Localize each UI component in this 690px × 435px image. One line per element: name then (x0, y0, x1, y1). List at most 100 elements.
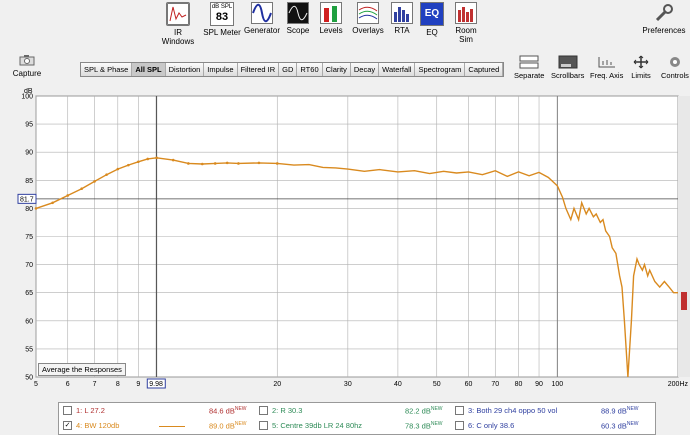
legend-value: 82.2 dBNEW (405, 406, 443, 416)
data-point (146, 157, 150, 161)
data-point (225, 161, 229, 165)
rta-icon (391, 2, 413, 24)
data-point (116, 167, 120, 171)
data-point (237, 162, 240, 165)
average-responses-button[interactable]: Average the Responses (38, 363, 126, 376)
data-point (93, 180, 96, 183)
room-sim-label: Room Sim (455, 26, 477, 44)
ir-windows-button[interactable]: IR Windows (158, 2, 198, 46)
data-point (34, 207, 38, 210)
scrollbars-button[interactable]: Scrollbars (551, 55, 584, 80)
tab-rt60[interactable]: RT60 (297, 63, 323, 76)
data-point (200, 162, 204, 166)
x-tick-label: 80 (515, 381, 523, 388)
data-point (213, 162, 217, 165)
legend-value: 88.9 dBNEW (601, 406, 639, 416)
legend-item-6[interactable]: 6: C only 38.6 (455, 420, 515, 431)
x-tick-label: 5 (34, 381, 38, 388)
spl-graph[interactable]: 50 55 60 65 70 75 80 85 90 95 100 5 6 7 8 9 20 30 40 50 60 7… (0, 88, 690, 396)
gear-icon (669, 57, 680, 67)
legend-checkbox[interactable] (63, 405, 72, 415)
tab-all-spl[interactable]: All SPL (132, 63, 166, 76)
generator-button[interactable]: Generator (242, 2, 282, 35)
levels-icon (320, 2, 342, 24)
room-sim-button[interactable]: Room Sim (448, 2, 484, 44)
spl-meter-value: 83 (215, 11, 229, 23)
cursor-y-readout: 81.7 (17, 193, 37, 204)
tab-decay[interactable]: Decay (350, 63, 380, 76)
legend-item-4[interactable]: ✓ 4: BW 120db (63, 420, 119, 431)
scope-button[interactable]: Scope (282, 2, 314, 35)
data-point (66, 194, 70, 197)
scope-label: Scope (286, 26, 310, 35)
legend-item-1[interactable]: 1: L 27.2 (63, 405, 105, 416)
overlays-label: Overlays (352, 26, 384, 35)
data-point (275, 162, 279, 165)
y-tick-label: 90 (25, 150, 33, 157)
legend-value: 60.3 dBNEW (601, 421, 639, 431)
y-tick-label: 65 (25, 290, 33, 297)
preferences-button[interactable]: Preferences (640, 2, 688, 35)
overlays-icon (357, 2, 379, 24)
limits-label: Limits (631, 71, 651, 80)
legend-value: 78.3 dBNEW (405, 421, 443, 431)
legend-item-2[interactable]: 2: R 30.3 (259, 405, 303, 416)
legend-value: 89.0 dBNEW (209, 421, 247, 431)
scrollbars-label: Scrollbars (551, 71, 585, 80)
tab-captured[interactable]: Captured (465, 63, 504, 76)
tab-gd[interactable]: GD (279, 63, 298, 76)
legend-name: 2: R 30.3 (272, 406, 303, 415)
data-point (187, 162, 190, 165)
legend-checkbox[interactable] (455, 420, 464, 430)
tab-spectrogram[interactable]: Spectrogram (415, 63, 466, 76)
capture-label: Capture (12, 69, 42, 78)
tab-clarity[interactable]: Clarity (322, 63, 351, 76)
legend-value: 84.6 dBNEW (209, 406, 247, 416)
x-tick-label: 100 (552, 381, 564, 388)
separate-button[interactable]: Separate (514, 55, 544, 80)
legend-name: 6: C only 38.6 (468, 421, 515, 430)
tab-filtered-ir[interactable]: Filtered IR (237, 63, 280, 76)
rta-label: RTA (394, 26, 410, 35)
rta-button[interactable]: RTA (390, 2, 414, 35)
controls-button[interactable]: Controls (661, 55, 689, 80)
tab-spl-phase[interactable]: SPL & Phase (81, 63, 133, 76)
eq-button[interactable]: EQ EQ (420, 2, 444, 37)
freq-axis-label: Freq. Axis (590, 71, 624, 80)
right-scroll-area[interactable] (678, 96, 690, 377)
data-point (136, 160, 140, 164)
data-point (127, 163, 130, 167)
scrollbars-icon (558, 55, 578, 69)
scroll-marker[interactable] (681, 292, 687, 310)
y-tick-label: 80 (25, 206, 33, 213)
tab-waterfall[interactable]: Waterfall (379, 63, 416, 76)
legend-checkbox[interactable] (455, 405, 464, 415)
graph-tabs: SPL & Phase All SPL Distortion Impulse Filte… (80, 62, 505, 77)
y-tick-label: 95 (25, 122, 33, 129)
y-tick-label: 55 (25, 346, 33, 353)
legend-item-3[interactable]: 3: Both 29 ch4 oppo 50 vol (455, 405, 558, 416)
legend-item-5[interactable]: 5: Centre 39db LR 24 80hz (259, 420, 362, 431)
y-tick-label: 75 (25, 234, 33, 241)
y-unit-label: dB (24, 88, 33, 95)
capture-button[interactable]: Capture (10, 54, 44, 78)
generator-icon (251, 2, 273, 24)
y-tick-label: 70 (25, 262, 33, 269)
overlays-button[interactable]: Overlays (348, 2, 388, 35)
ir-windows-icon (166, 2, 190, 26)
tab-distortion[interactable]: Distortion (165, 63, 205, 76)
spl-meter-button[interactable]: dB SPL 83 SPL Meter (202, 2, 242, 37)
legend-checkbox-checked[interactable]: ✓ (63, 420, 72, 430)
data-point (155, 156, 158, 160)
main-toolbar: IR Windows dB SPL 83 SPL Meter Generator… (0, 0, 690, 46)
legend-checkbox[interactable] (259, 420, 268, 430)
cursor-y-value: 81.7 (20, 196, 34, 203)
cursor-x-readout: 9.98 (146, 378, 166, 389)
legend-checkbox[interactable] (259, 405, 268, 415)
freq-axis-button[interactable]: Freq. Axis (590, 55, 623, 80)
levels-button[interactable]: Levels (316, 2, 346, 35)
spl-meter-icon: dB SPL 83 (210, 2, 234, 26)
tab-impulse[interactable]: Impulse (204, 63, 238, 76)
limits-button[interactable]: Limits (631, 55, 651, 80)
legend-name: 3: Both 29 ch4 oppo 50 vol (468, 406, 558, 415)
